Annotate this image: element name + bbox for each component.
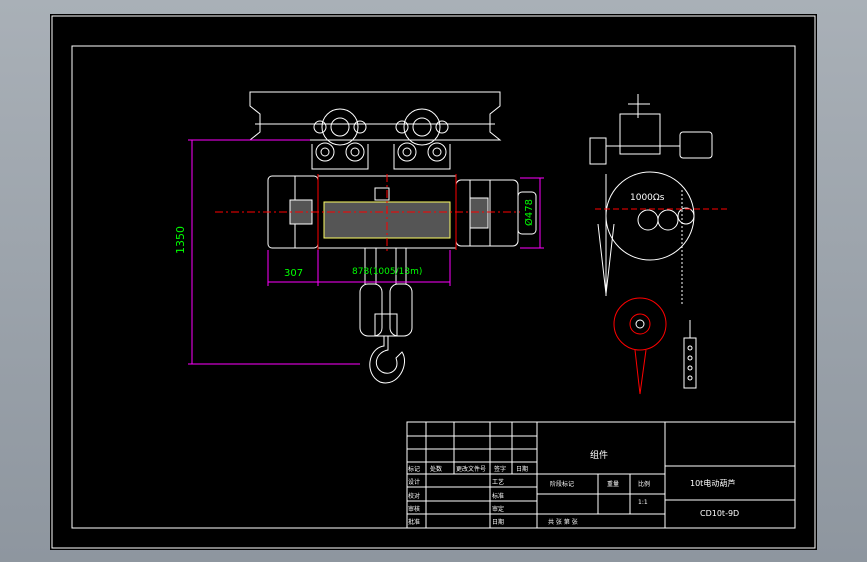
header-cell-0: 标记 — [408, 465, 420, 473]
mass-label: 重量 — [607, 480, 619, 488]
header-cell-3: 签字 — [494, 465, 506, 473]
pulley-side — [613, 297, 667, 351]
dim-diameter: Ø478 — [523, 199, 535, 226]
product-name: 10t电动葫芦 — [690, 478, 735, 488]
front-view — [215, 91, 537, 384]
row-mid-1: 标准 — [492, 492, 504, 500]
header-cell-2: 更改文件号 — [456, 465, 486, 473]
drawing-number: CD10t-9D — [700, 509, 739, 518]
row-mid-3: 日期 — [492, 518, 504, 526]
i-beam — [248, 91, 502, 141]
drawing-canvas: 1350 307 878(1005/13m) Ø478 1000Ωs 组件 10… — [51, 15, 816, 549]
row-mid-0: 工艺 — [492, 478, 504, 486]
trolley-right — [393, 108, 451, 170]
scale-value: 1:1 — [638, 499, 648, 506]
side-view — [589, 94, 713, 395]
dim-left-offset: 307 — [284, 268, 303, 279]
cad-viewport: 1350 307 878(1005/13m) Ø478 1000Ωs 组件 10… — [0, 0, 867, 562]
inner-frame — [71, 45, 796, 529]
row-left-2: 审核 — [408, 505, 420, 513]
header-cell-1: 处数 — [430, 465, 442, 473]
dimensions — [188, 139, 544, 365]
scale-label: 比例 — [638, 480, 650, 488]
dim-span: 878(1005/13m) — [352, 267, 422, 277]
dim-height: 1350 — [174, 226, 187, 254]
drawing-sheet: 1350 307 878(1005/13m) Ø478 1000Ωs 组件 10… — [50, 14, 817, 550]
row-left-3: 批准 — [408, 518, 420, 526]
row-left-1: 校对 — [408, 492, 420, 500]
header-cell-4: 日期 — [516, 465, 528, 473]
drum-label: 1000Ωs — [630, 193, 665, 203]
stage-label: 阶段标记 — [550, 480, 574, 488]
row-left-0: 设计 — [408, 478, 420, 486]
assembly-title: 组件 — [590, 449, 608, 461]
row-mid-2: 审定 — [492, 505, 504, 513]
trolley-left — [311, 108, 369, 170]
drum-side — [605, 171, 695, 261]
hook — [369, 336, 405, 384]
sheet-info: 共 张 第 张 — [548, 518, 578, 526]
